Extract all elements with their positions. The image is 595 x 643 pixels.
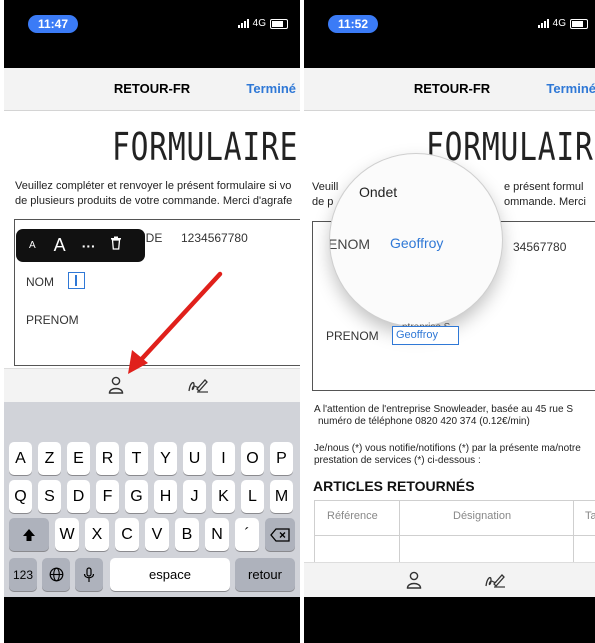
annotation-toolbar: [4, 368, 300, 402]
key-z[interactable]: Z: [38, 442, 61, 475]
order-number: 34567780: [513, 240, 567, 254]
magnifier-loupe: Ondet ENOM Geoffroy NO: [330, 154, 502, 326]
attention-line-2: numéro de téléphone 0820 420 374 (0.12€/…: [318, 416, 530, 427]
table-header-designation: Désignation: [453, 510, 512, 522]
autocomplete-suggestion[interactable]: Ondet: [359, 184, 397, 200]
globe-icon[interactable]: [42, 558, 70, 591]
keyboard: A Z E R T Y U I O P Q S D F G H J K L M …: [4, 402, 300, 597]
key-j[interactable]: J: [183, 480, 206, 513]
prenom-label: PRENOM: [26, 313, 79, 327]
table-header-size: Ta: [585, 510, 595, 522]
person-icon[interactable]: [406, 571, 422, 594]
column-divider: [399, 501, 400, 567]
edit-popup: A A ···: [16, 229, 145, 262]
small-font-button[interactable]: A: [29, 240, 36, 251]
network-type: 4G: [552, 18, 566, 29]
key-o[interactable]: O: [241, 442, 264, 475]
table-header-reference: Référence: [327, 510, 378, 522]
magnified-value: Geoffroy: [390, 235, 444, 251]
key-e[interactable]: E: [67, 442, 90, 475]
network-type: 4G: [252, 18, 266, 29]
done-button[interactable]: Terminé: [546, 81, 595, 96]
person-icon[interactable]: [108, 376, 124, 399]
intro-line-1: Veuillez compléter et renvoyer le présen…: [15, 180, 292, 192]
key-q[interactable]: Q: [9, 480, 32, 513]
more-button[interactable]: ···: [82, 238, 96, 254]
signature-icon[interactable]: [187, 377, 209, 399]
left-phone-screen: 11:47 4G RETOUR-FR Terminé FORMULAIRE DE…: [4, 0, 300, 643]
key-u[interactable]: U: [183, 442, 206, 475]
nav-bar: RETOUR-FR Terminé: [304, 68, 595, 111]
battery-icon: [270, 18, 288, 29]
space-key[interactable]: espace: [110, 558, 230, 591]
nom-field[interactable]: [68, 272, 85, 289]
nav-bar: RETOUR-FR Terminé: [4, 68, 300, 111]
intro-line-1-left: Veuill: [312, 181, 339, 193]
text-cursor: [75, 275, 77, 286]
large-font-button[interactable]: A: [54, 235, 66, 256]
key-h[interactable]: H: [154, 480, 177, 513]
key-y[interactable]: Y: [154, 442, 177, 475]
key-x[interactable]: X: [85, 518, 109, 551]
key-g[interactable]: G: [125, 480, 148, 513]
magnified-nom-label: NO: [330, 287, 347, 303]
key-v[interactable]: V: [145, 518, 169, 551]
status-bar: 11:47 4G: [4, 0, 300, 66]
signature-icon[interactable]: [484, 572, 506, 594]
key-t[interactable]: T: [125, 442, 148, 475]
key-s[interactable]: S: [38, 480, 61, 513]
order-number: 1234567780: [181, 231, 248, 245]
microphone-icon[interactable]: [75, 558, 103, 591]
key-k[interactable]: K: [212, 480, 235, 513]
done-button[interactable]: Terminé: [246, 81, 296, 96]
prenom-label: PRENOM: [326, 329, 379, 343]
key-f[interactable]: F: [96, 480, 119, 513]
returned-items-table: Référence Désignation Ta: [314, 500, 595, 568]
bottom-area: [4, 597, 300, 643]
annotation-toolbar: [304, 562, 595, 598]
key-a[interactable]: A: [9, 442, 32, 475]
numbers-key[interactable]: 123: [9, 558, 37, 591]
status-time: 11:52: [328, 15, 379, 33]
magnified-label: ENOM: [330, 236, 370, 252]
right-phone-screen: 11:52 4G RETOUR-FR Terminé FORMULAIRE Ve…: [304, 0, 595, 643]
key-m[interactable]: M: [270, 480, 293, 513]
key-l[interactable]: L: [241, 480, 264, 513]
signal-icon: [237, 19, 249, 28]
status-bar: 11:52 4G: [304, 0, 595, 66]
status-indicators: 4G: [237, 18, 288, 29]
backspace-icon[interactable]: [265, 518, 295, 551]
key-w[interactable]: W: [55, 518, 79, 551]
battery-icon: [570, 18, 588, 29]
table-divider: [315, 535, 595, 536]
shift-icon[interactable]: [9, 518, 49, 551]
key-c[interactable]: C: [115, 518, 139, 551]
intro-text: Veuillez compléter et renvoyer le présen…: [15, 179, 300, 209]
trash-icon[interactable]: [110, 236, 122, 255]
key-b[interactable]: B: [175, 518, 199, 551]
intro-line-2: de plusieurs produits de votre commande.…: [15, 195, 293, 207]
return-key[interactable]: retour: [235, 558, 295, 591]
nom-label: NOM: [26, 275, 54, 289]
prenom-field[interactable]: Geoffroy: [392, 326, 459, 345]
key-i[interactable]: I: [212, 442, 235, 475]
status-indicators: 4G: [537, 18, 588, 29]
key-r[interactable]: R: [96, 442, 119, 475]
intro-line-2-left: de p: [312, 196, 334, 208]
key-d[interactable]: D: [67, 480, 90, 513]
section-title: ARTICLES RETOURNÉS: [313, 478, 475, 494]
bottom-area: [304, 597, 595, 643]
form-heading: FORMULAIRE DE: [112, 125, 300, 169]
key-p[interactable]: P: [270, 442, 293, 475]
notify-line-2: prestation de services (*) ci-dessous :: [314, 455, 481, 466]
key-accent[interactable]: ´: [235, 518, 259, 551]
signal-icon: [537, 19, 549, 28]
key-n[interactable]: N: [205, 518, 229, 551]
intro-line-2-right: ommande. Merci: [504, 196, 586, 208]
column-divider: [573, 501, 574, 567]
intro-line-1-right: e présent formul: [504, 181, 584, 193]
status-time: 11:47: [28, 15, 79, 33]
